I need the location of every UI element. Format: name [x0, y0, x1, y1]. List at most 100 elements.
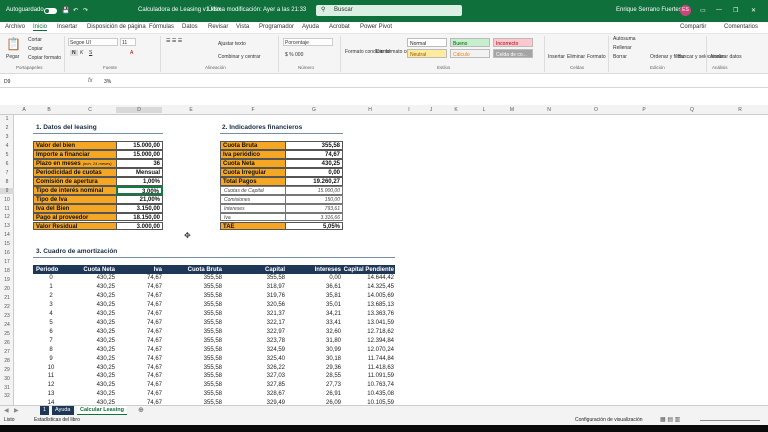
undo-icon[interactable]: ↶: [73, 7, 78, 14]
amortization-cell[interactable]: 27,73: [308, 382, 341, 388]
row-header[interactable]: 14: [0, 232, 14, 238]
indicator-value[interactable]: 15.000,00: [285, 185, 343, 195]
tab-ayuda[interactable]: Ayuda: [302, 24, 319, 30]
amortization-cell[interactable]: 11.091,59: [342, 373, 394, 379]
amortization-cell[interactable]: 3: [36, 302, 66, 308]
copy-format-button[interactable]: Copiar formato: [28, 55, 61, 61]
amortization-cell[interactable]: 74,67: [138, 373, 162, 379]
amortization-cell[interactable]: 4: [36, 311, 66, 317]
amortization-cell[interactable]: 13.363,76: [342, 311, 394, 317]
paste-button[interactable]: Pegar: [6, 54, 19, 60]
row-header[interactable]: 6: [0, 161, 14, 167]
align-icons[interactable]: ☰ ☰ ☰: [166, 38, 182, 44]
amortization-cell[interactable]: 355,58: [183, 391, 222, 397]
amortization-cell[interactable]: 34,21: [308, 311, 341, 317]
amortization-cell[interactable]: 11.418,63: [342, 365, 394, 371]
indicator-value[interactable]: 150,00: [285, 194, 343, 204]
row-header[interactable]: 26: [0, 340, 14, 346]
style-bueno[interactable]: Bueno: [450, 38, 490, 47]
tab-disposicion[interactable]: Disposición de página: [87, 24, 146, 30]
indicator-value[interactable]: 19.260,27: [285, 176, 343, 186]
amortization-cell[interactable]: 430,25: [82, 356, 115, 362]
amortization-cell[interactable]: 355,58: [183, 347, 222, 353]
close-icon[interactable]: ✕: [751, 7, 756, 14]
row-header[interactable]: 9: [0, 187, 14, 194]
row-header[interactable]: 28: [0, 358, 14, 364]
amortization-cell[interactable]: 10.435,08: [342, 391, 394, 397]
amortization-cell[interactable]: 12.070,24: [342, 347, 394, 353]
amortization-cell[interactable]: 74,67: [138, 338, 162, 344]
style-normal[interactable]: Normal: [407, 38, 447, 47]
amortization-cell[interactable]: 74,67: [138, 356, 162, 362]
amortization-cell[interactable]: 430,25: [82, 373, 115, 379]
amortization-cell[interactable]: 12.718,62: [342, 329, 394, 335]
row-header[interactable]: 15: [0, 241, 14, 247]
row-header[interactable]: 23: [0, 313, 14, 319]
amortization-cell[interactable]: 355,58: [183, 293, 222, 299]
amortization-cell[interactable]: 328,67: [250, 391, 285, 397]
amortization-cell[interactable]: 8: [36, 347, 66, 353]
row-header[interactable]: 24: [0, 322, 14, 328]
share-button[interactable]: Compartir: [680, 24, 706, 30]
row-header[interactable]: 13: [0, 223, 14, 229]
zoom-slider[interactable]: [700, 420, 760, 421]
tab-inicio[interactable]: Inicio: [33, 24, 48, 31]
amortization-cell[interactable]: 5: [36, 320, 66, 326]
amortization-cell[interactable]: 11: [36, 373, 66, 379]
copy-button[interactable]: Copiar: [28, 46, 43, 52]
indicator-value[interactable]: 355,58: [285, 141, 343, 150]
user-name[interactable]: Enrique Serrano Fuertes: [616, 7, 682, 13]
style-neutral[interactable]: Neutral: [407, 49, 447, 58]
amortization-cell[interactable]: 2: [36, 293, 66, 299]
column-header[interactable]: K: [442, 107, 470, 113]
leasing-param-value[interactable]: 3.150,00: [116, 203, 163, 213]
indicator-value[interactable]: 5,05%: [285, 221, 343, 231]
tab-archivo[interactable]: Archivo: [5, 24, 25, 30]
amortization-cell[interactable]: 74,67: [138, 302, 162, 308]
amortization-cell[interactable]: 430,25: [82, 284, 115, 290]
wrap-text-button[interactable]: Ajustar texto: [218, 41, 246, 47]
minimize-icon[interactable]: —: [716, 7, 722, 13]
sheet-tab-ayuda[interactable]: Ayuda: [52, 406, 74, 415]
format-cells-button[interactable]: Formato: [587, 54, 606, 60]
column-header[interactable]: F: [220, 107, 286, 113]
amortization-cell[interactable]: 74,67: [138, 320, 162, 326]
avatar[interactable]: ES: [680, 5, 691, 16]
amortization-cell[interactable]: 11.744,84: [342, 356, 394, 362]
indicator-value[interactable]: 3.316,66: [285, 212, 343, 222]
column-header[interactable]: P: [620, 107, 668, 113]
amortization-cell[interactable]: 430,25: [82, 311, 115, 317]
paste-icon[interactable]: 📋: [6, 37, 21, 51]
column-header[interactable]: R: [716, 107, 764, 113]
amortization-cell[interactable]: 325,40: [250, 356, 285, 362]
indicator-value[interactable]: 74,67: [285, 149, 343, 159]
row-header[interactable]: 2: [0, 125, 14, 131]
workbook-stats[interactable]: Estadísticas del libro: [34, 417, 80, 423]
font-name-select[interactable]: Segoe UI: [68, 38, 118, 46]
row-header[interactable]: 32: [0, 393, 14, 399]
amortization-cell[interactable]: 326,22: [250, 365, 285, 371]
tab-datos[interactable]: Datos: [182, 24, 198, 30]
analyze-data-button[interactable]: Analizar datos: [710, 54, 742, 60]
amortization-cell[interactable]: 74,67: [138, 275, 162, 281]
amortization-cell[interactable]: 28,55: [308, 373, 341, 379]
amortization-cell[interactable]: 430,25: [82, 365, 115, 371]
row-header[interactable]: 30: [0, 376, 14, 382]
restore-icon[interactable]: ❐: [733, 7, 738, 14]
leasing-param-value[interactable]: Mensual: [116, 167, 163, 177]
amortization-cell[interactable]: 355,58: [183, 373, 222, 379]
amortization-cell[interactable]: 430,25: [82, 275, 115, 281]
leasing-param-value[interactable]: 3,00%: [116, 185, 163, 195]
row-header[interactable]: 1: [0, 116, 14, 122]
column-header[interactable]: L: [470, 107, 498, 113]
indicator-value[interactable]: 793,61: [285, 203, 343, 213]
row-header[interactable]: 7: [0, 170, 14, 176]
amortization-cell[interactable]: 430,25: [82, 320, 115, 326]
view-icons[interactable]: ▦ ▤ ▥: [660, 416, 680, 423]
tab-insertar[interactable]: Insertar: [57, 24, 77, 30]
amortization-cell[interactable]: 430,25: [82, 329, 115, 335]
leasing-param-value[interactable]: 21,00%: [116, 194, 163, 204]
save-icon[interactable]: 💾: [62, 7, 69, 14]
display-settings[interactable]: Configuración de visualización: [575, 417, 643, 423]
amortization-cell[interactable]: 355,58: [183, 338, 222, 344]
